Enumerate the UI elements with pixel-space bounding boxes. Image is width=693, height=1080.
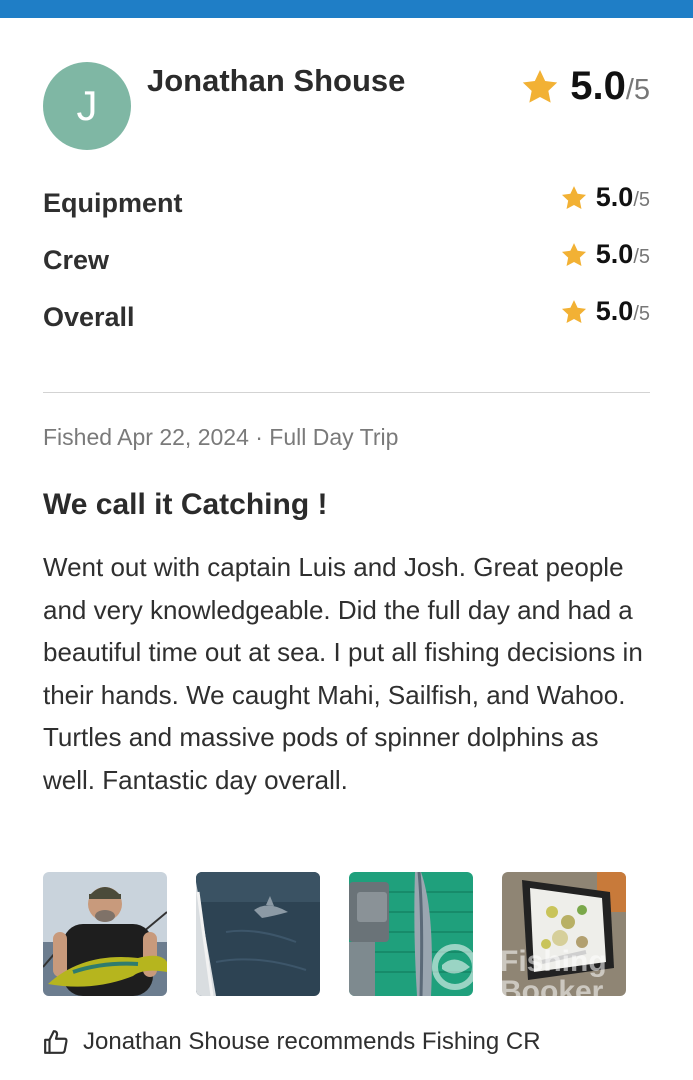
category-row-crew: Crew 5.0 /5 [43,239,650,279]
recommendation-text: Jonathan Shouse recommends Fishing CR [83,1028,541,1055]
category-score: 5.0 /5 [560,239,650,270]
recommendation: Jonathan Shouse recommends Fishing CR [43,1028,541,1056]
overall-rating-value: 5.0 [570,64,626,108]
category-label: Crew [43,245,110,275]
category-score-value: 5.0 [595,296,634,326]
thumbs-up-icon [44,1030,68,1054]
overall-rating-denominator: /5 [625,74,650,106]
category-score-denominator: /5 [633,189,650,211]
review-photo-angler-with-mahi[interactable] [43,872,167,996]
category-row-overall: Overall 5.0 /5 [43,296,650,336]
category-score: 5.0 /5 [560,296,650,327]
review-photo-dolphin-at-sea[interactable] [196,872,320,996]
fishingbooker-watermark: Fishing Booker [432,944,607,1008]
category-row-equipment: Equipment 5.0 /5 [43,182,650,222]
category-score-value: 5.0 [595,239,634,269]
star-icon [561,185,586,209]
category-score-denominator: /5 [633,246,650,268]
category-score-value: 5.0 [595,182,634,212]
star-icon [523,69,558,103]
overall-rating: 5.0 /5 [520,64,650,109]
avatar: J [43,62,131,150]
review-body: Went out with captain Luis and Josh. Gre… [43,552,643,795]
reviewer-name[interactable]: Jonathan Shouse [147,63,405,99]
review-title: We call it Catching ! [43,488,328,521]
divider [43,392,650,393]
watermark-line-2: Booker [500,975,604,1008]
avatar-initial: J [76,82,98,129]
star-icon [561,299,586,323]
category-label: Overall [43,302,135,332]
watermark-line-1: Fishing [500,945,607,978]
star-icon [561,242,586,266]
trip-meta: Fished Apr 22, 2024 · Full Day Trip [43,424,399,450]
category-score-denominator: /5 [633,303,650,325]
top-bar [0,0,693,18]
category-label: Equipment [43,188,183,218]
category-score: 5.0 /5 [560,182,650,213]
